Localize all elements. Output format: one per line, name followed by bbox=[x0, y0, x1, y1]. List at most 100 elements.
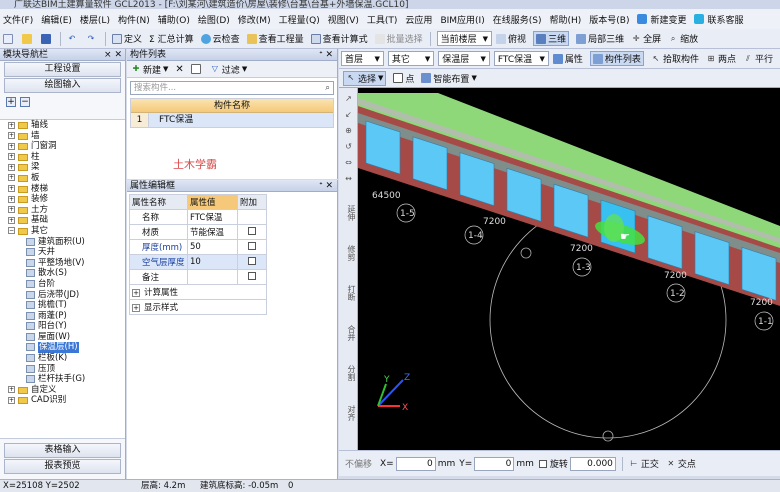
ortho-button[interactable]: ⊢ 正交 bbox=[629, 457, 659, 471]
edit-tool-icon[interactable]: ⊕ bbox=[341, 126, 356, 135]
expand-icon[interactable]: + bbox=[8, 195, 15, 203]
property-row[interactable]: 备注 bbox=[129, 269, 267, 285]
expand-icon[interactable]: + bbox=[8, 386, 15, 394]
edit-tool-icon[interactable]: ⇔ bbox=[341, 158, 356, 167]
property-value[interactable]: 节能保温 bbox=[187, 224, 238, 240]
menu-item[interactable]: 版本号(B) bbox=[589, 13, 629, 26]
tree-folder[interactable]: + 柱 bbox=[0, 152, 125, 163]
tree-item[interactable]: 建筑面积(U) bbox=[0, 237, 125, 248]
menu-item[interactable]: 辅助(O) bbox=[158, 13, 190, 26]
property-row[interactable]: 空气层厚度 10 bbox=[129, 254, 267, 270]
menu-item[interactable]: 修改(M) bbox=[238, 13, 271, 26]
tree-item[interactable]: 阳台(Y) bbox=[0, 321, 125, 332]
tree-item[interactable]: 栏杆扶手(G) bbox=[0, 374, 125, 385]
menu-item[interactable]: 云应用 bbox=[405, 13, 432, 26]
expand-icon[interactable]: + bbox=[8, 132, 15, 140]
expand-icon[interactable]: + bbox=[132, 289, 140, 297]
3d-view-button[interactable]: 三维 bbox=[533, 31, 570, 46]
component-select[interactable]: FTC保温 ▼ bbox=[493, 51, 549, 66]
open-folder-icon[interactable] bbox=[22, 33, 34, 44]
menu-item[interactable]: 帮助(H) bbox=[549, 13, 581, 26]
tree-item[interactable]: 散水(S) bbox=[0, 268, 125, 279]
side-tool-0[interactable]: 延伸 bbox=[341, 198, 356, 228]
expand-icon[interactable]: + bbox=[132, 304, 140, 312]
edit-tool-icon[interactable]: ↙ bbox=[341, 110, 356, 119]
project-settings-button[interactable]: 工程设置 bbox=[4, 62, 121, 77]
table-row[interactable]: 1 FTC保温 bbox=[131, 113, 333, 127]
expand-icon[interactable]: + bbox=[8, 185, 15, 193]
close-icon[interactable]: × ✕ bbox=[104, 49, 122, 61]
report-preview-button[interactable]: 报表预览 bbox=[4, 459, 121, 474]
tree-folder[interactable]: + 梁 bbox=[0, 162, 125, 173]
point-button[interactable]: 点 bbox=[393, 72, 414, 85]
rotate-checkbox[interactable] bbox=[538, 459, 547, 468]
smart-layout-button[interactable]: 智能布置 ▼ bbox=[421, 72, 477, 85]
expand-icon[interactable]: + bbox=[8, 163, 15, 171]
intersect-button[interactable]: ✕ 交点 bbox=[666, 457, 696, 471]
floor-select[interactable]: 首层 ▼ bbox=[341, 51, 384, 66]
tree-item[interactable]: 栏板(K) bbox=[0, 353, 125, 364]
menu-item[interactable]: 工具(T) bbox=[367, 13, 398, 26]
expand-icon[interactable]: + bbox=[8, 121, 15, 129]
edit-tool-icon[interactable]: ↗ bbox=[341, 94, 356, 103]
top-view-button[interactable]: 俯视 bbox=[496, 32, 526, 45]
tree-item[interactable]: 平整场地(V) bbox=[0, 258, 125, 269]
component-search-input[interactable]: 搜索构件... ⌕ bbox=[130, 81, 334, 95]
menu-item[interactable]: 在线服务(S) bbox=[493, 13, 542, 26]
attach-checkbox[interactable] bbox=[248, 271, 256, 280]
undo-icon[interactable]: ↶ bbox=[67, 34, 79, 44]
menu-item[interactable]: 联系客服 bbox=[707, 13, 743, 26]
drawing-input-button[interactable]: 绘图输入 bbox=[4, 78, 121, 93]
properties-button[interactable]: 属性 bbox=[552, 52, 583, 65]
expand-icon[interactable]: + bbox=[8, 174, 15, 182]
new-file-icon[interactable] bbox=[3, 33, 15, 44]
copy-icon[interactable] bbox=[190, 64, 203, 74]
view-formula-button[interactable]: 查看计算式 bbox=[310, 32, 368, 45]
floor-scope-select[interactable]: 当前楼层 ▼ bbox=[436, 31, 493, 46]
table-input-button[interactable]: 表格输入 bbox=[4, 443, 121, 458]
tree-item[interactable]: 保温层(H) bbox=[0, 342, 125, 354]
edit-tool-icon[interactable]: ↭ bbox=[341, 174, 356, 183]
menu-item[interactable]: 构件(N) bbox=[118, 13, 150, 26]
tree-folder[interactable]: + 土方 bbox=[0, 205, 125, 216]
tree-item[interactable]: 雨蓬(P) bbox=[0, 311, 125, 322]
property-value[interactable]: 10 bbox=[187, 254, 238, 270]
expand-icon[interactable]: + bbox=[8, 216, 15, 224]
tree-folder[interactable]: + CAD识别 bbox=[0, 395, 125, 406]
tree-folder[interactable]: + 自定义 bbox=[0, 385, 125, 396]
menu-item[interactable]: 工程量(Q) bbox=[279, 13, 320, 26]
pin-icon[interactable]: ᐩ ✕ bbox=[319, 180, 333, 192]
expand-icon[interactable]: + bbox=[8, 396, 15, 404]
tree-folder[interactable]: − 其它 bbox=[0, 226, 125, 237]
expand-icon[interactable]: + bbox=[8, 153, 15, 161]
redo-icon[interactable]: ↷ bbox=[86, 34, 98, 44]
menu-item[interactable]: 楼层(L) bbox=[80, 13, 110, 26]
side-tool-3[interactable]: 合并 bbox=[341, 318, 356, 348]
property-group-row[interactable]: + 显示样式 bbox=[129, 299, 267, 315]
menu-item[interactable]: 文件(F) bbox=[3, 13, 33, 26]
property-group-row[interactable]: + 计算属性 bbox=[129, 284, 267, 300]
zoom-button[interactable]: ⌕ 缩放 bbox=[668, 32, 698, 46]
attach-checkbox[interactable] bbox=[248, 226, 256, 235]
side-tool-2[interactable]: 打断 bbox=[341, 278, 356, 308]
orbit-handle[interactable] bbox=[602, 430, 614, 442]
expand-all-icon[interactable]: + bbox=[6, 97, 16, 107]
property-value[interactable]: FTC保温 bbox=[187, 209, 238, 225]
tree-item[interactable]: 屋面(W) bbox=[0, 332, 125, 343]
select-button[interactable]: ↖ 选择 ▼ bbox=[343, 70, 387, 86]
search-icon[interactable]: ⌕ bbox=[325, 82, 330, 94]
tree-item[interactable]: 后浇带(JD) bbox=[0, 290, 125, 301]
side-tool-1[interactable]: 修剪 bbox=[341, 238, 356, 268]
type-select[interactable]: 保温层 ▼ bbox=[438, 51, 490, 66]
menu-item[interactable]: 新建变更 bbox=[650, 13, 686, 26]
tree-item[interactable]: 压顶 bbox=[0, 364, 125, 375]
cloud-check-button[interactable]: 云检查 bbox=[200, 32, 240, 45]
tree-folder[interactable]: + 墙 bbox=[0, 131, 125, 142]
attach-checkbox[interactable] bbox=[248, 241, 256, 250]
property-row[interactable]: 名称 FTC保温 bbox=[129, 209, 267, 225]
property-row[interactable]: 材质 节能保温 bbox=[129, 224, 267, 240]
summary-calc-button[interactable]: Σ 汇总计算 bbox=[149, 32, 194, 45]
tree-item[interactable]: 台阶 bbox=[0, 279, 125, 290]
side-tool-5[interactable]: 对齐 bbox=[341, 398, 356, 428]
new-component-button[interactable]: ✚ 新建 ▼ bbox=[131, 63, 169, 76]
